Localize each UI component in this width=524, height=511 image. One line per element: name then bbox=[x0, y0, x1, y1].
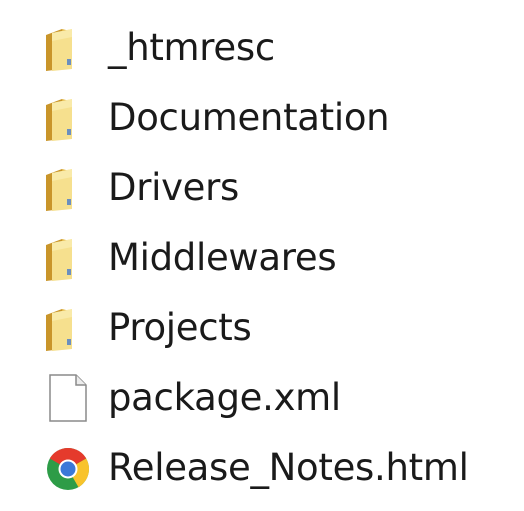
file-icon bbox=[40, 369, 96, 425]
file-item-release-notes[interactable]: Release_Notes.html bbox=[40, 432, 510, 502]
folder-item-middlewares[interactable]: Middlewares bbox=[40, 222, 510, 292]
folder-icon bbox=[40, 89, 96, 145]
folder-icon bbox=[40, 229, 96, 285]
item-name: _htmresc bbox=[108, 25, 275, 69]
chrome-icon bbox=[40, 439, 96, 495]
folder-item-projects[interactable]: Projects bbox=[40, 292, 510, 362]
item-name: package.xml bbox=[108, 375, 341, 419]
item-name: Middlewares bbox=[108, 235, 337, 279]
folder-icon bbox=[40, 159, 96, 215]
folder-item-drivers[interactable]: Drivers bbox=[40, 152, 510, 222]
item-name: Projects bbox=[108, 305, 252, 349]
item-name: Documentation bbox=[108, 95, 390, 139]
folder-icon bbox=[40, 19, 96, 75]
file-item-package-xml[interactable]: package.xml bbox=[40, 362, 510, 432]
item-name: Drivers bbox=[108, 165, 240, 209]
folder-item-documentation[interactable]: Documentation bbox=[40, 82, 510, 152]
file-list: _htmresc Documentation Drivers Middlewar… bbox=[40, 12, 510, 502]
item-name: Release_Notes.html bbox=[108, 445, 469, 489]
folder-item-htmresc[interactable]: _htmresc bbox=[40, 12, 510, 82]
folder-icon bbox=[40, 299, 96, 355]
